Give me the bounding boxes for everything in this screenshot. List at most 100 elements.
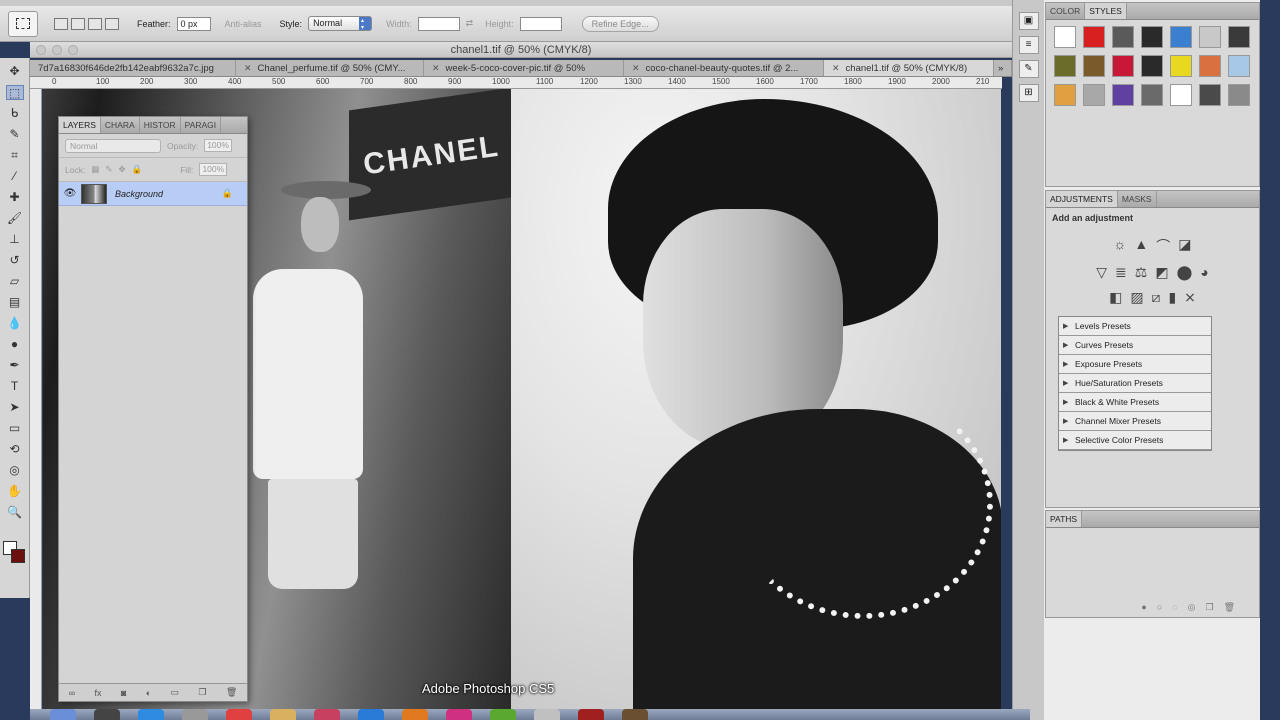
minimize-window-button[interactable] bbox=[52, 45, 62, 55]
tab-styles[interactable]: STYLES bbox=[1085, 3, 1127, 19]
style-swatch[interactable] bbox=[1141, 84, 1163, 106]
fill-input[interactable]: 100% bbox=[199, 163, 228, 176]
lasso-tool-icon[interactable]: ᑲ bbox=[6, 106, 24, 121]
antialias-checkbox[interactable]: Anti-alias bbox=[225, 19, 262, 29]
lock-all-icon[interactable]: 🔒 bbox=[132, 164, 143, 175]
style-swatch[interactable] bbox=[1054, 55, 1076, 77]
itunes-dock-icon[interactable] bbox=[314, 709, 340, 720]
close-tab-icon[interactable]: ✕ bbox=[832, 63, 840, 73]
style-swatch[interactable] bbox=[1083, 84, 1105, 106]
style-swatch[interactable] bbox=[1054, 84, 1076, 106]
threshold-icon[interactable]: ⧄ bbox=[1152, 289, 1161, 306]
tab-document-3[interactable]: ✕ week-5-coco-cover-pic.tif @ 50% bbox=[424, 60, 624, 76]
app-dock-icon[interactable] bbox=[490, 709, 516, 720]
black-white-icon[interactable]: ◩ bbox=[1155, 264, 1168, 281]
blend-mode-select[interactable]: Normal bbox=[65, 138, 161, 153]
brush-tool-icon[interactable]: 🖌 bbox=[6, 211, 24, 226]
feather-input[interactable]: 0 px bbox=[176, 16, 211, 31]
subtract-selection-button[interactable] bbox=[88, 17, 102, 30]
notes-dock-icon[interactable] bbox=[270, 709, 296, 720]
quick-select-tool-icon[interactable]: ✎ bbox=[6, 127, 24, 142]
type-tool-icon[interactable]: T bbox=[6, 379, 24, 394]
style-swatch[interactable] bbox=[1141, 26, 1163, 48]
close-window-button[interactable] bbox=[36, 45, 46, 55]
photo-filter-icon[interactable]: ⬤ bbox=[1177, 264, 1193, 281]
zoom-tool-icon[interactable]: 🔍 bbox=[6, 505, 24, 520]
style-swatch[interactable] bbox=[1199, 84, 1221, 106]
3d-orbit-tool-icon[interactable]: ◎ bbox=[6, 463, 24, 478]
crop-tool-icon[interactable]: ⌗ bbox=[6, 148, 24, 163]
path-select-tool-icon[interactable]: ➤ bbox=[6, 400, 24, 415]
pen-tool-icon[interactable]: ✒ bbox=[6, 358, 24, 373]
shape-tool-icon[interactable]: ▭ bbox=[6, 421, 24, 436]
new-group-icon[interactable]: ▭ bbox=[171, 687, 180, 698]
3d-rotate-tool-icon[interactable]: ⟲ bbox=[6, 442, 24, 457]
style-select[interactable]: Normal bbox=[308, 16, 373, 31]
tab-document-1[interactable]: 7d7a16830f646de2fb142eabf9632a7c.jpg bbox=[30, 60, 236, 76]
style-swatch[interactable] bbox=[1141, 55, 1163, 77]
channel-mixer-icon[interactable]: ◕ bbox=[1200, 264, 1208, 281]
tab-adjustments[interactable]: ADJUSTMENTS bbox=[1046, 191, 1118, 207]
close-tab-icon[interactable]: ✕ bbox=[432, 63, 440, 73]
preset-hue-saturation[interactable]: Hue/Saturation Presets bbox=[1059, 374, 1211, 393]
lock-pixels-icon[interactable]: ✎ bbox=[105, 164, 112, 175]
hue-saturation-icon[interactable]: ≣ bbox=[1115, 264, 1127, 281]
style-swatch[interactable] bbox=[1112, 55, 1134, 77]
add-selection-button[interactable] bbox=[71, 17, 85, 30]
invert-icon[interactable]: ◧ bbox=[1109, 289, 1122, 306]
style-swatch[interactable] bbox=[1228, 84, 1250, 106]
selective-color-icon[interactable]: ⨯ bbox=[1184, 289, 1196, 306]
dashboard-dock-icon[interactable] bbox=[94, 709, 120, 720]
tab-document-active[interactable]: ✕ chanel1.tif @ 50% (CMYK/8) bbox=[824, 60, 994, 76]
preset-levels[interactable]: Levels Presets bbox=[1059, 317, 1211, 336]
clone-stamp-tool-icon[interactable]: ⊥ bbox=[6, 232, 24, 247]
layer-row-background[interactable]: 👁 Background 🔒 bbox=[59, 182, 247, 206]
tool-presets-icon[interactable]: ≡ bbox=[1018, 36, 1039, 54]
healing-brush-tool-icon[interactable]: ✚ bbox=[6, 190, 24, 205]
preset-curves[interactable]: Curves Presets bbox=[1059, 336, 1211, 355]
preset-selective-color[interactable]: Selective Color Presets bbox=[1059, 431, 1211, 450]
dodge-tool-icon[interactable]: ● bbox=[6, 337, 24, 352]
tab-document-4[interactable]: ✕ coco-chanel-beauty-quotes.tif @ 2... bbox=[624, 60, 824, 76]
preview-dock-icon[interactable] bbox=[534, 709, 560, 720]
more-tabs-button[interactable]: » bbox=[994, 60, 1012, 76]
style-swatch[interactable] bbox=[1083, 55, 1105, 77]
vibrance-icon[interactable]: ▽ bbox=[1096, 264, 1107, 281]
tab-paragraph[interactable]: PARAGI bbox=[181, 117, 222, 133]
style-swatch[interactable] bbox=[1083, 26, 1105, 48]
close-tab-icon[interactable]: ✕ bbox=[244, 63, 252, 73]
style-swatch[interactable] bbox=[1199, 55, 1221, 77]
preset-exposure[interactable]: Exposure Presets bbox=[1059, 355, 1211, 374]
style-swatch[interactable] bbox=[1170, 84, 1192, 106]
visibility-eye-icon[interactable]: 👁 bbox=[59, 188, 81, 199]
hand-tool-icon[interactable]: ✋ bbox=[6, 484, 24, 499]
history-brush-tool-icon[interactable]: ↺ bbox=[6, 253, 24, 268]
tab-paths[interactable]: PATHS bbox=[1046, 511, 1083, 527]
preset-black-white[interactable]: Black & White Presets bbox=[1059, 393, 1211, 412]
brush-presets-icon[interactable]: ✎ bbox=[1018, 60, 1039, 78]
tab-color[interactable]: COLOR bbox=[1046, 3, 1086, 19]
calendar-dock-icon[interactable] bbox=[226, 709, 252, 720]
tab-document-2[interactable]: ✕ Chanel_perfume.tif @ 50% (CMY... bbox=[236, 60, 424, 76]
style-swatch[interactable] bbox=[1228, 55, 1250, 77]
style-swatch[interactable] bbox=[1170, 26, 1192, 48]
illustrator-dock-icon[interactable] bbox=[402, 709, 428, 720]
tool-preset-picker[interactable] bbox=[8, 10, 38, 37]
exposure-icon[interactable]: ◪ bbox=[1178, 236, 1191, 256]
misc-dock-icon[interactable] bbox=[622, 709, 648, 720]
tab-masks[interactable]: MASKS bbox=[1118, 191, 1157, 207]
posterize-icon[interactable]: ▨ bbox=[1130, 289, 1143, 306]
style-swatch[interactable] bbox=[1112, 26, 1134, 48]
new-layer-icon[interactable]: ❐ bbox=[198, 687, 206, 698]
color-balance-icon[interactable]: ⚖ bbox=[1135, 264, 1148, 281]
tab-history[interactable]: HISTOR bbox=[140, 117, 181, 133]
preset-channel-mixer[interactable]: Channel Mixer Presets bbox=[1059, 412, 1211, 431]
mini-bridge-icon[interactable]: ▣ bbox=[1018, 12, 1039, 30]
brightness-contrast-icon[interactable]: ☼ bbox=[1114, 236, 1127, 256]
gradient-map-icon[interactable]: ▮ bbox=[1168, 289, 1176, 306]
foreground-color-swatch[interactable] bbox=[11, 549, 25, 563]
indesign-dock-icon[interactable] bbox=[446, 709, 472, 720]
blur-tool-icon[interactable]: 💧 bbox=[6, 316, 24, 331]
style-swatch[interactable] bbox=[1112, 84, 1134, 106]
paths-footer-icons[interactable]: ●○◌◎❐🗑 bbox=[1141, 602, 1245, 613]
